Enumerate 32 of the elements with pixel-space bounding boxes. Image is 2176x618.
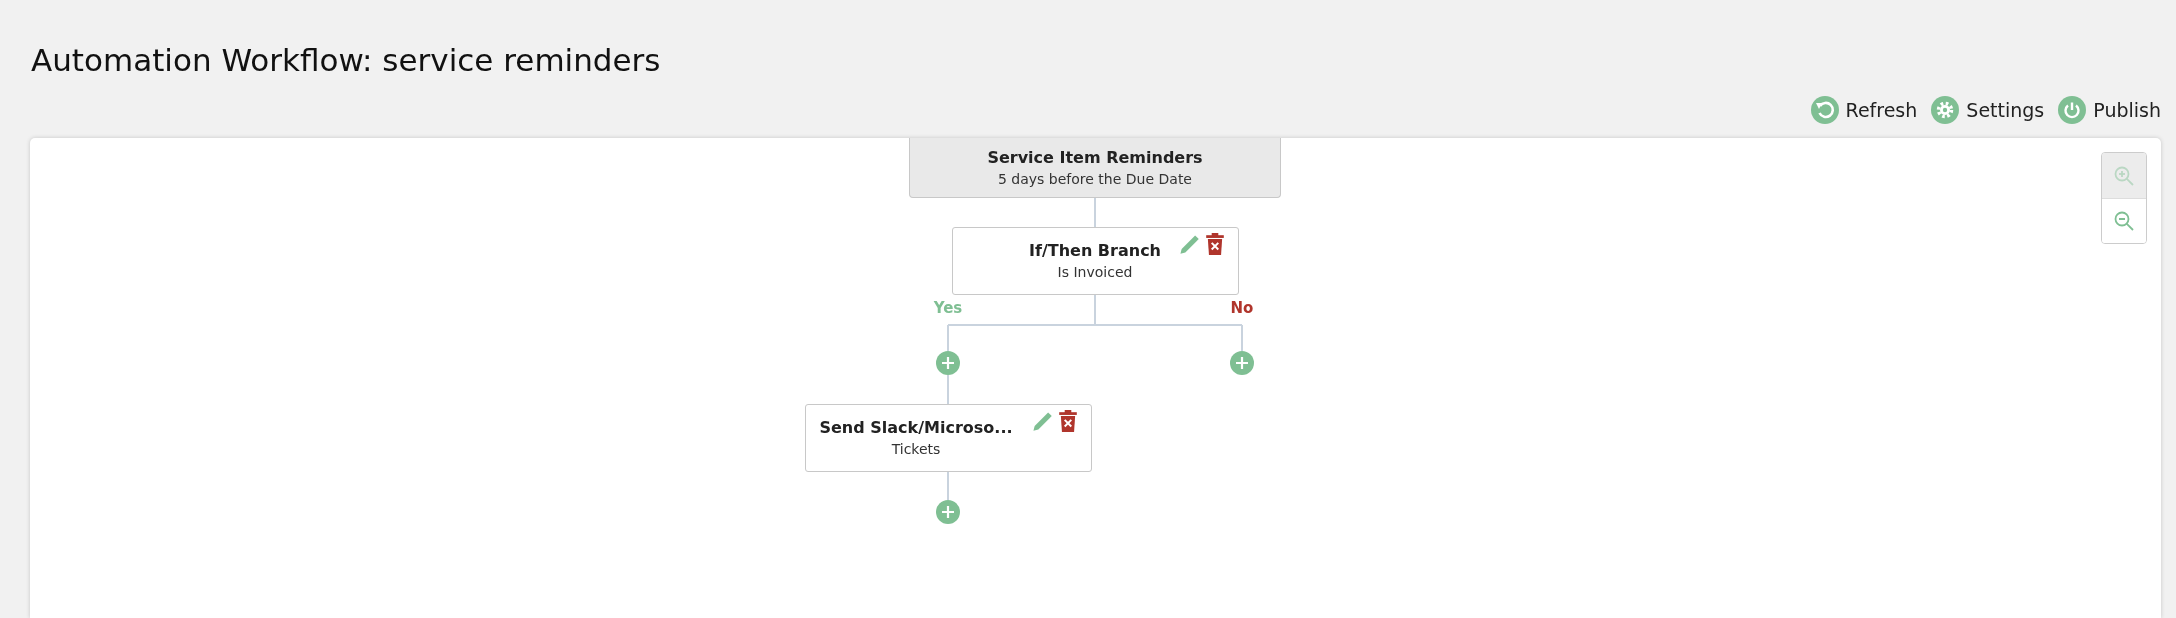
step-subtitle: 5 days before the Due Date: [997, 169, 1193, 189]
toolbar-button[interactable]: Refresh: [1810, 96, 1918, 124]
zoom-out-button[interactable]: [2102, 198, 2146, 243]
power-icon: [2058, 96, 2087, 124]
branch-label: No: [1229, 298, 1255, 318]
connector-line: [947, 374, 949, 405]
connector-line: [1094, 197, 1096, 228]
trash-icon[interactable]: [1058, 410, 1077, 432]
zoom-in-icon: [2113, 164, 2135, 187]
branch-label: Yes: [932, 298, 964, 318]
step-subtitle: Tickets: [890, 440, 942, 459]
connector-line: [947, 324, 949, 352]
page-title: Automation Workflow: service reminders: [30, 41, 662, 80]
connector-line: [1094, 294, 1096, 326]
trash-icon[interactable]: [1205, 233, 1224, 255]
connector-line: [947, 471, 949, 501]
step-title: Service Item Reminders: [987, 146, 1203, 169]
step-title: Send Slack/Microso...: [819, 417, 1013, 439]
connector-line: [1241, 324, 1243, 352]
zoom-out-icon: [2113, 210, 2135, 232]
toolbar-button[interactable]: Settings: [1931, 96, 2045, 124]
toolbar-button[interactable]: Publish: [2058, 96, 2161, 124]
gear-icon: [1931, 96, 1960, 124]
add-step-button[interactable]: [1230, 351, 1254, 375]
add-step-button[interactable]: [936, 500, 960, 524]
step-card[interactable]: Send Slack/Microso... Tickets: [804, 404, 1092, 472]
step-subtitle: Is Invoiced: [1056, 263, 1134, 282]
add-step-button[interactable]: [936, 351, 960, 375]
step-card[interactable]: If/Then Branch Is Invoiced: [951, 227, 1239, 295]
refresh-icon: [1810, 96, 1839, 124]
step-title: If/Then Branch: [1029, 240, 1161, 262]
trigger-card[interactable]: Service Item Reminders 5 days before the Due Date: [909, 138, 1281, 198]
